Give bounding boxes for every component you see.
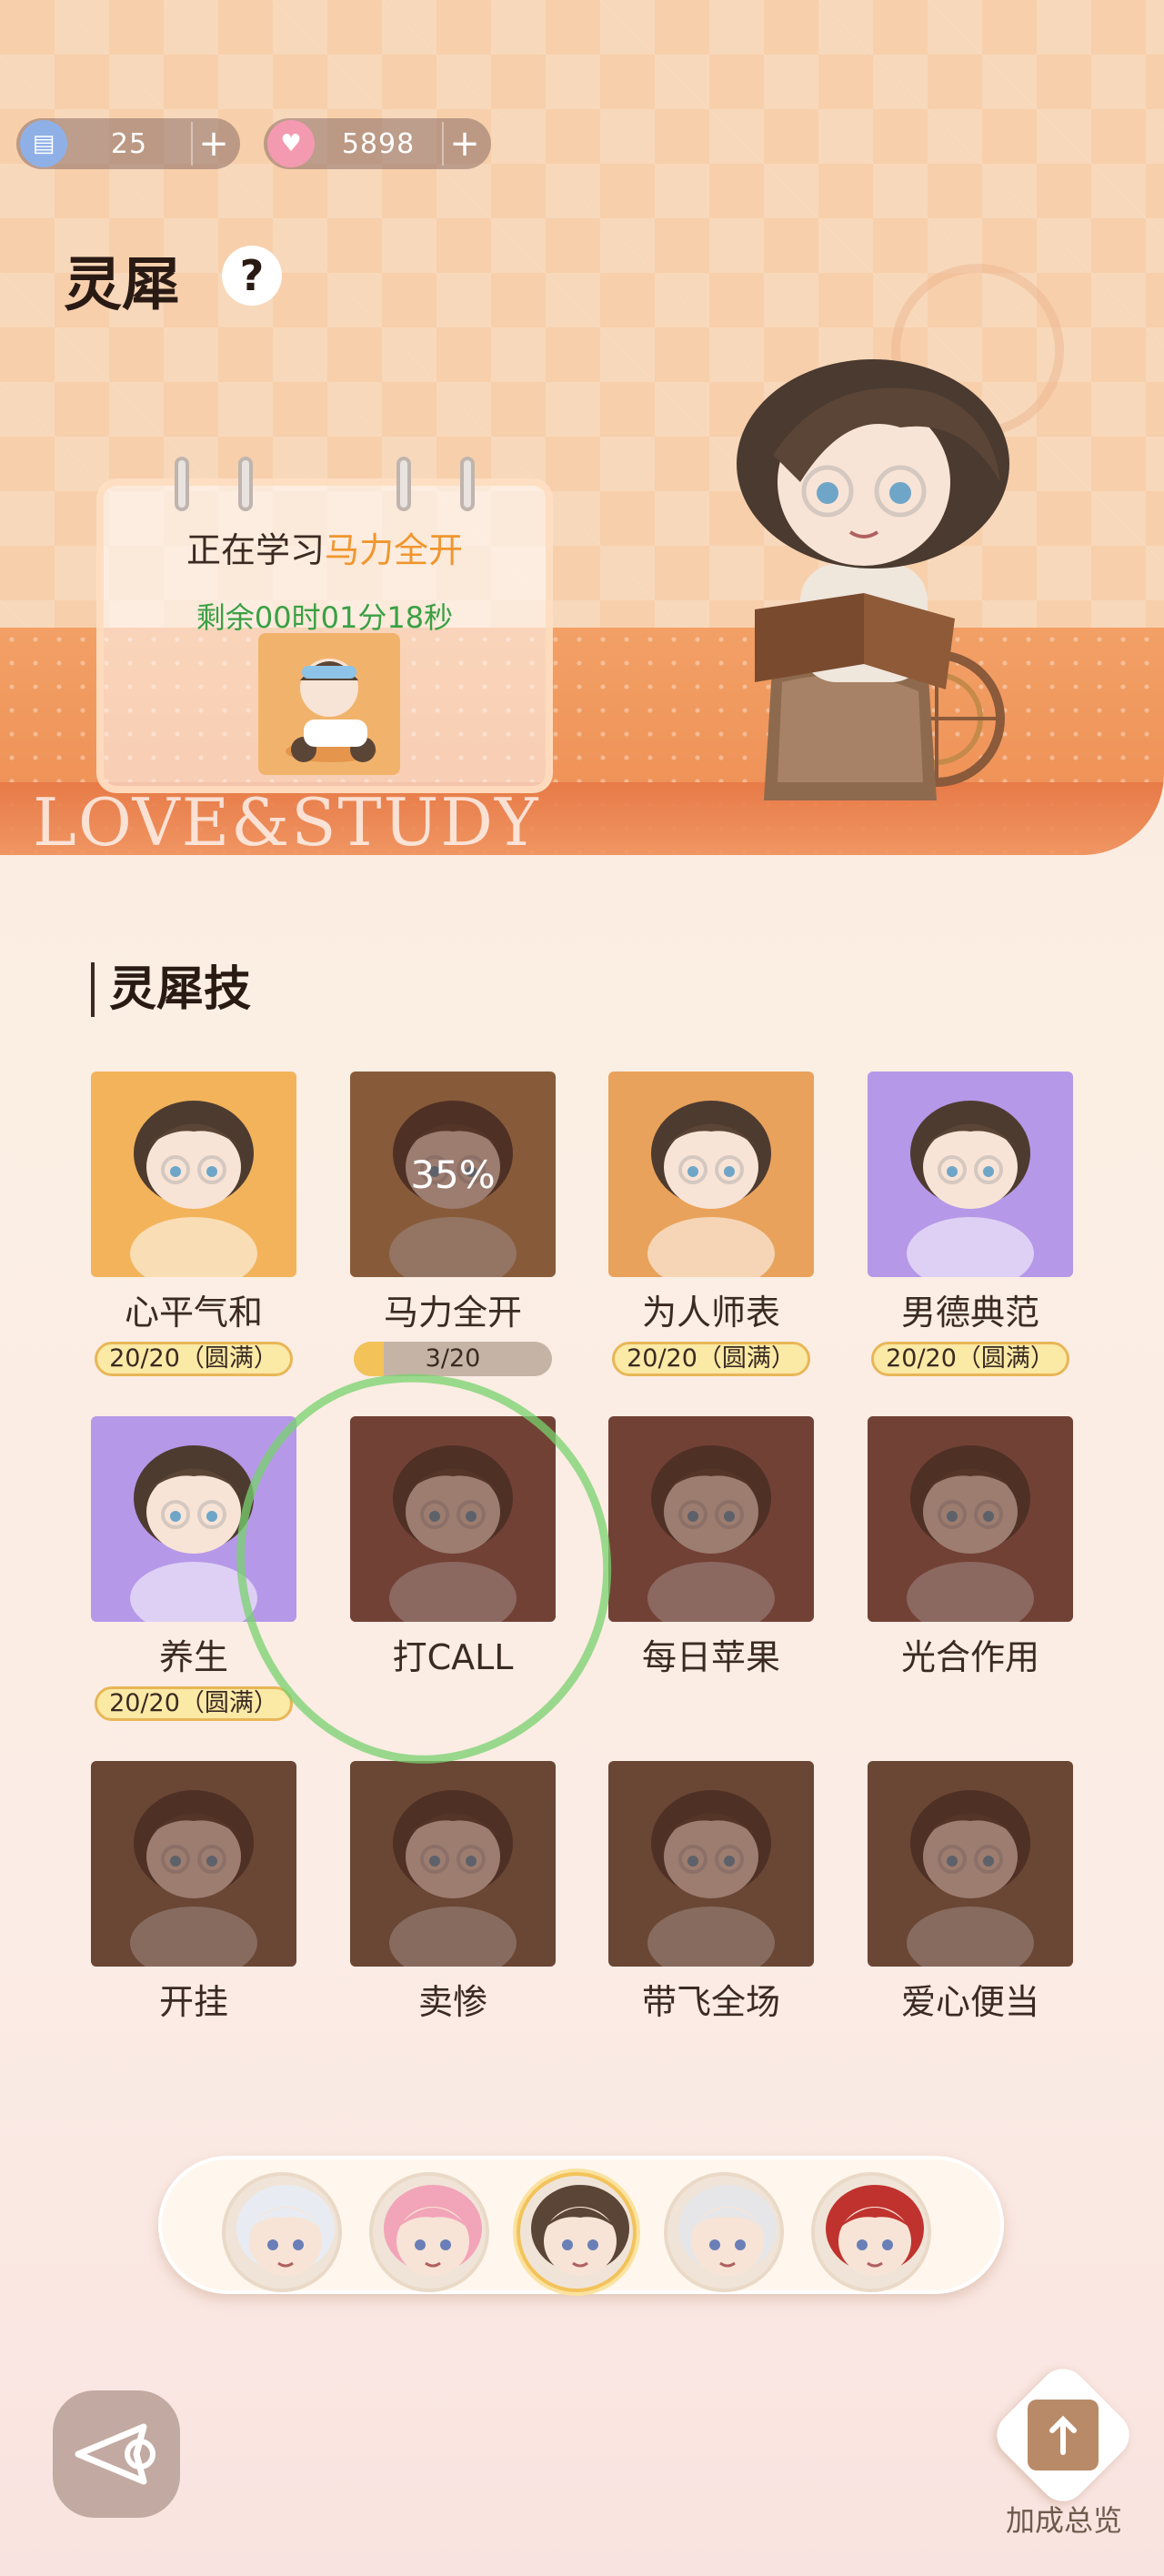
locked-overlay (868, 1761, 1073, 1967)
character-avatar-3[interactable] (517, 2172, 637, 2292)
skill-card[interactable]: 爱心便当 (868, 1761, 1073, 2024)
help-button[interactable]: ? (222, 246, 282, 306)
calendar-ring (460, 457, 475, 511)
skill-card[interactable]: 带飞全场 (608, 1761, 814, 2024)
locked-overlay (868, 1416, 1073, 1622)
character-avatar-5[interactable] (811, 2172, 931, 2292)
avatar-portrait-icon (236, 2185, 335, 2276)
skill-character-icon (647, 1101, 775, 1277)
character-avatar-2[interactable] (369, 2172, 489, 2292)
skill-character-icon (907, 1101, 1034, 1277)
skill-progress-label: 3/20 (425, 1344, 481, 1373)
skill-card[interactable]: 35% 马力全开 3/20 (350, 1072, 556, 1376)
skill-card[interactable]: 光合作用 (868, 1416, 1073, 1679)
studying-skill-thumbnail (258, 633, 400, 775)
heart-coin-icon: ♥ (267, 120, 315, 167)
skill-card[interactable]: 卖惨 (350, 1761, 556, 2024)
study-remaining-time: 剩余00时01分18秒 (196, 600, 454, 635)
locked-overlay (608, 1761, 814, 1967)
study-title: 正在学习马力全开 (104, 522, 546, 572)
skill-name: 男德典范 (900, 1293, 1039, 1333)
ticket-currency: ▤ 25 + (16, 118, 240, 169)
back-button[interactable] (53, 2390, 180, 2518)
ticket-count: 25 (110, 127, 148, 160)
skill-name: 马力全开 (383, 1293, 522, 1333)
character-avatar-1[interactable] (222, 2172, 342, 2292)
skill-thumbnail (868, 1416, 1073, 1622)
avatar-portrait-icon (531, 2185, 629, 2276)
skills-section-title: 灵犀技 (91, 962, 251, 1017)
highlight-circle-annotation (206, 1342, 643, 1793)
book-icon (1028, 2400, 1099, 2470)
back-arrow-icon (75, 2423, 156, 2485)
character-avatar-4[interactable] (664, 2172, 784, 2292)
skill-level-badge: 20/20（圆满） (871, 1342, 1069, 1376)
locked-overlay (350, 1761, 556, 1967)
skill-name: 每日苹果 (641, 1637, 780, 1677)
skill-name: 心平气和 (124, 1293, 263, 1333)
skill-level-badge: 20/20（圆满） (95, 1342, 293, 1376)
locked-overlay (608, 1416, 814, 1622)
scooter-character-icon (286, 659, 376, 762)
skill-name: 爱心便当 (900, 1982, 1039, 2022)
skill-level-badge: 20/20（圆满） (95, 1686, 293, 1721)
skill-thumbnail: 35% (350, 1072, 556, 1277)
skill-thumbnail (868, 1761, 1073, 1967)
love-study-banner-text: LOVE&STUDY (33, 784, 540, 855)
skill-thumbnail (350, 1761, 556, 1967)
skill-card[interactable]: 为人师表 20/20（圆满） (608, 1072, 814, 1376)
skill-thumbnail (608, 1416, 814, 1622)
study-prefix: 正在学习 (186, 530, 325, 570)
skill-thumbnail (608, 1761, 814, 1967)
skill-level-badge: 20/20（圆满） (612, 1342, 810, 1376)
skill-progress-bar: 3/20 (354, 1342, 552, 1376)
calendar-ring (238, 457, 253, 511)
skill-character-icon (130, 1101, 257, 1277)
skill-thumbnail (91, 1761, 296, 1967)
avatar-portrait-icon (384, 2185, 482, 2276)
character-switcher (158, 2156, 1004, 2294)
study-skill-name: 马力全开 (325, 530, 464, 570)
skill-name: 带飞全场 (641, 1982, 780, 2022)
locked-overlay (91, 1761, 296, 1967)
skill-thumbnail (608, 1072, 814, 1277)
skill-card[interactable]: 心平气和 20/20（圆满） (91, 1072, 296, 1376)
hero-character-illustration (737, 359, 1009, 800)
skill-card[interactable]: 每日苹果 (608, 1416, 814, 1679)
skill-name: 为人师表 (641, 1293, 780, 1333)
avatar-portrait-icon (826, 2185, 924, 2276)
skill-thumbnail (91, 1072, 296, 1277)
ticket-icon: ▤ (20, 120, 67, 167)
learning-percent: 35% (410, 1152, 496, 1197)
add-heart-button[interactable]: + (442, 122, 486, 166)
skill-name: 卖惨 (417, 1982, 487, 2022)
page-title: 灵犀 (64, 251, 180, 319)
skill-thumbnail (868, 1072, 1073, 1277)
skill-name: 光合作用 (900, 1637, 1039, 1677)
bonus-overview-label: 加成总览 (1005, 2503, 1122, 2538)
heart-count: 5898 (341, 127, 416, 160)
avatar-portrait-icon (678, 2185, 777, 2276)
study-status-card[interactable]: 正在学习马力全开 剩余00时01分18秒 (96, 457, 553, 793)
add-ticket-button[interactable]: + (191, 122, 235, 166)
calendar-ring (396, 457, 411, 511)
skill-name: 开挂 (158, 1982, 228, 2022)
heart-currency: ♥ 5898 + (264, 118, 491, 169)
calendar-ring (175, 457, 189, 511)
skill-card[interactable]: 开挂 (91, 1761, 296, 2024)
skill-card[interactable]: 男德典范 20/20（圆满） (868, 1072, 1073, 1376)
